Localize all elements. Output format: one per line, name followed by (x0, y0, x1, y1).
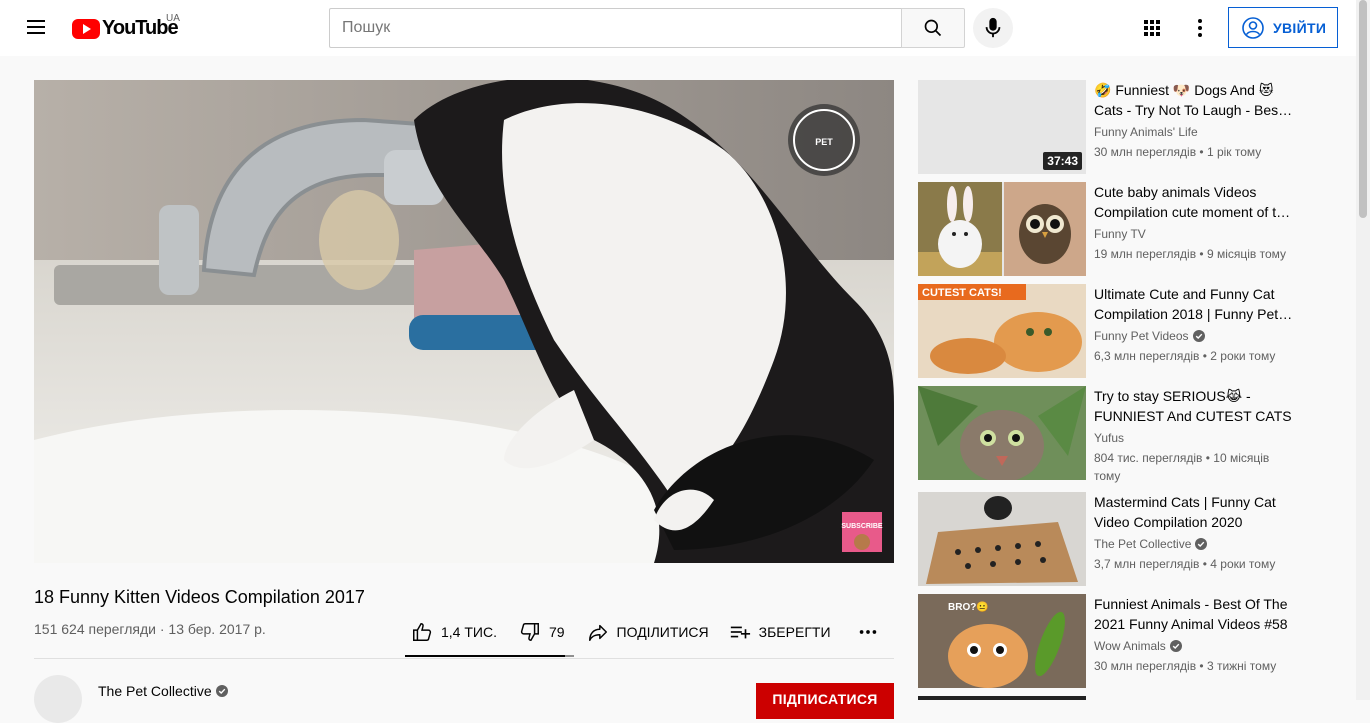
verified-check-icon (1195, 538, 1208, 550)
recommended-video-title[interactable]: Funniest Animals - Best Of The 2021 Funn… (1094, 594, 1296, 634)
recommended-video-stats: 30 млн переглядів • 1 рік тому (1094, 145, 1262, 159)
save-label: ЗБЕРЕГТИ (758, 624, 831, 640)
sign-in-button[interactable]: УВІЙТИ (1228, 7, 1338, 48)
video-duration: 37:43 (1043, 152, 1082, 170)
like-count: 1,4 ТИС. (441, 624, 497, 640)
video-title: 18 Funny Kitten Videos Compilation 2017 (34, 587, 365, 607)
recommended-video-title[interactable]: Mastermind Cats | Funny Cat Video Compil… (1094, 492, 1296, 532)
recommended-channel-name[interactable]: Wow Animals (1094, 639, 1182, 653)
dislike-count: 79 (548, 624, 565, 640)
youtube-play-icon (72, 18, 100, 39)
share-icon (588, 624, 607, 641)
recommended-video[interactable]: Mastermind Cats | Funny Cat Video Compil… (918, 492, 1338, 586)
thumbnail-image (918, 386, 1086, 480)
recommended-video-title[interactable]: Ultimate Cute and Funny Cat Compilation … (1094, 284, 1296, 324)
recommended-video[interactable]: Cute baby animals Videos Compilation cut… (918, 182, 1338, 276)
thumbs-up-icon (413, 623, 432, 641)
recommended-video-title[interactable]: Cute baby animals Videos Compilation cut… (1094, 182, 1296, 222)
video-player[interactable]: PET SUBSCRIBE (34, 80, 894, 563)
thumbs-down-icon (520, 623, 539, 641)
recommended-channel-name[interactable]: Funny Animals' Life (1094, 125, 1198, 139)
recommended-video[interactable]: 37:43 🤣 Funniest 🐶 Dogs And 😻 Cats - Try… (918, 80, 1338, 174)
scrollbar-thumb[interactable] (1359, 0, 1367, 218)
recommended-video[interactable]: CUTEST CATS! Ultimate Cute and Funny Cat… (918, 284, 1338, 378)
recommended-video-stats: 6,3 млн переглядів • 2 роки тому (1094, 349, 1276, 363)
recommended-video-title[interactable]: Try to stay SERIOUS😹 - FUNNIEST And CUTE… (1094, 386, 1296, 426)
account-icon (1242, 16, 1264, 39)
channel-name-text: Funny TV (1094, 227, 1146, 241)
thumbnail-image (918, 182, 1086, 276)
recommended-video[interactable]: Try to stay SERIOUS😹 - FUNNIEST And CUTE… (918, 386, 1338, 483)
thumbnail-text: CUTEST CATS! (922, 287, 1002, 299)
recommended-video-stats: 3,7 млн переглядів • 4 роки тому (1094, 557, 1276, 571)
video-thumbnail[interactable] (918, 182, 1086, 276)
top-bar: YouTube UA УВІЙТИ (0, 0, 1356, 56)
verified-check-icon (1169, 640, 1182, 652)
subscribe-button[interactable]: ПІДПИСАТИСЯ (756, 683, 894, 719)
channel-name-text: Funny Pet Videos (1094, 329, 1189, 343)
recommended-channel-name[interactable]: Funny Pet Videos (1094, 329, 1205, 343)
recommended-channel-name[interactable]: Funny TV (1094, 227, 1146, 241)
verified-check-icon (215, 685, 228, 697)
microphone-icon (985, 17, 1001, 38)
svg-text:SUBSCRIBE: SUBSCRIBE (841, 523, 883, 530)
channel-name-text: The Pet Collective (1094, 537, 1192, 551)
apps-grid-icon (1144, 20, 1160, 36)
voice-search-button[interactable] (973, 8, 1013, 48)
video-thumbnail[interactable]: BRO?😐 (918, 594, 1086, 688)
channel-name-text: Yufus (1094, 431, 1125, 445)
video-thumbnail[interactable] (918, 386, 1086, 480)
save-button[interactable]: ЗБЕРЕГТИ (723, 616, 837, 648)
channel-name-text: Funny Animals' Life (1094, 125, 1198, 139)
channel-name-text: The Pet Collective (98, 683, 212, 699)
recommended-video[interactable]: BRO?😐 Funniest Animals - Best Of The 202… (918, 594, 1338, 688)
video-thumbnail[interactable] (918, 696, 1086, 700)
recommended-video-stats: 30 млн переглядів • 3 тижні тому (1094, 659, 1277, 673)
recommended-video-stats: 804 тис. переглядів • 10 місяців тому (1094, 451, 1270, 483)
video-thumbnail[interactable] (918, 492, 1086, 586)
recommended-video-title[interactable]: 🤣 Funniest 🐶 Dogs And 😻 Cats - Try Not T… (1094, 80, 1296, 120)
svg-text:PET: PET (815, 137, 833, 147)
search-input[interactable] (329, 8, 902, 48)
youtube-logo[interactable]: YouTube (72, 17, 179, 40)
apps-grid-button[interactable] (1140, 16, 1164, 40)
add-to-playlist-icon (730, 626, 750, 639)
share-label: ПОДІЛИТИСЯ (616, 624, 709, 640)
search-button[interactable] (901, 8, 965, 48)
video-thumbnail[interactable]: CUTEST CATS! (918, 284, 1086, 378)
recommended-video-stats: 19 млн переглядів • 9 місяців тому (1094, 247, 1287, 261)
dislike-button[interactable]: 79 (513, 616, 571, 648)
settings-more-button[interactable] (1188, 16, 1212, 40)
video-thumbnail[interactable]: 37:43 (918, 80, 1086, 174)
region-code: UA (166, 13, 180, 24)
thumbnail-image (918, 492, 1086, 586)
recommended-video[interactable] (918, 696, 1338, 700)
video-frame: PET SUBSCRIBE (34, 80, 894, 563)
video-actions: 1,4 ТИС. 79 ПОДІЛИТИСЯ ЗБЕРЕГТИ (405, 616, 893, 648)
more-actions-button[interactable] (851, 616, 893, 648)
sign-in-label: УВІЙТИ (1273, 19, 1327, 36)
channel-avatar[interactable] (34, 675, 82, 723)
channel-name-text: Wow Animals (1094, 639, 1166, 653)
recommended-channel-name[interactable]: The Pet Collective (1094, 537, 1208, 551)
channel-name[interactable]: The Pet Collective (98, 683, 228, 699)
video-view-count-date: 151 624 перегляди · 13 бер. 2017 р. (34, 621, 266, 637)
horizontal-dots-icon (859, 630, 876, 634)
menu-icon[interactable] (24, 16, 48, 40)
thumbnail-image: CUTEST CATS! (918, 284, 1086, 378)
recommended-channel-name[interactable]: Yufus (1094, 431, 1124, 445)
sentiment-bar-likes (405, 655, 565, 657)
vertical-dots-icon (1198, 19, 1202, 37)
like-button[interactable]: 1,4 ТИС. (405, 616, 503, 648)
share-button[interactable]: ПОДІЛИТИСЯ (581, 616, 715, 648)
thumbnail-image: BRO?😐 (918, 594, 1086, 688)
divider (34, 658, 894, 659)
verified-check-icon (1192, 330, 1205, 342)
thumbnail-text: BRO?😐 (948, 601, 989, 613)
search-icon (924, 19, 942, 37)
